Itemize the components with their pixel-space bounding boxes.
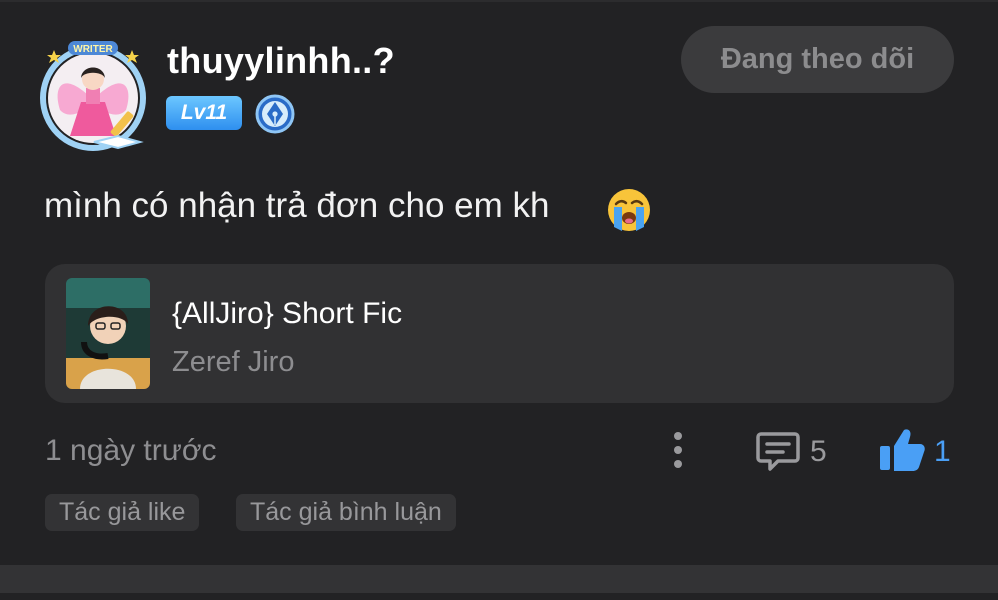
author-comment-tag: Tác giả bình luận: [236, 494, 456, 531]
username[interactable]: thuyylinhh..?: [167, 40, 395, 82]
story-cover-image: [66, 278, 150, 389]
level-badge: Lv11: [166, 96, 242, 130]
story-card[interactable]: {AllJiro} Short Fic Zeref Jiro: [45, 264, 954, 403]
thumbs-up-icon[interactable]: [878, 426, 926, 472]
comment-text: mình có nhận trả đơn cho em kh: [44, 186, 550, 225]
more-options-icon[interactable]: [666, 430, 690, 470]
story-author[interactable]: Zeref Jiro: [172, 346, 294, 379]
story-title[interactable]: {AllJiro} Short Fic: [172, 297, 402, 331]
comment-timestamp: 1 ngày trước: [45, 434, 217, 467]
top-divider: [0, 0, 998, 2]
author-like-tag: Tác giả like: [45, 494, 200, 531]
like-count: 1: [934, 435, 951, 468]
pen-nib-badge-icon: [255, 94, 295, 134]
avatar-banner-text: WRITER: [73, 44, 113, 55]
avatar[interactable]: WRITER: [34, 40, 152, 152]
comment-icon[interactable]: [756, 430, 800, 472]
bottom-divider: [0, 565, 998, 593]
following-button[interactable]: Đang theo dõi: [681, 26, 954, 93]
comment-count: 5: [810, 435, 827, 468]
loudly-crying-face-icon: [606, 187, 652, 233]
